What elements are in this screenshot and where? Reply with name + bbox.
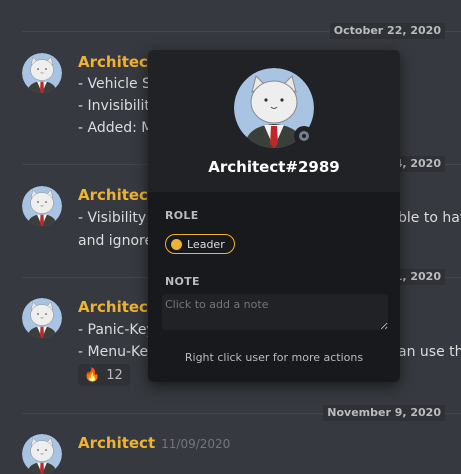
message-line: - Panic-Key xyxy=(78,322,155,338)
author-name[interactable]: Architect xyxy=(78,186,155,204)
cat-avatar-icon[interactable] xyxy=(22,298,62,338)
user-popout: Architect#2989 ROLE Leader NOTE Right cl… xyxy=(148,50,400,382)
message-line: - Visibility xyxy=(78,210,147,226)
author-name[interactable]: Architect 11/09/2020 xyxy=(78,434,230,452)
cat-avatar-icon[interactable] xyxy=(22,186,62,226)
author-name[interactable]: Architect xyxy=(78,298,155,316)
message-line: ble to hav xyxy=(398,210,461,226)
message-line: - Added: M xyxy=(78,120,154,136)
message-line: - Invisibility xyxy=(78,98,159,114)
role-color-icon xyxy=(171,238,182,250)
fire-emoji-icon: 🔥 xyxy=(84,367,101,383)
author-name[interactable]: Architect xyxy=(78,53,155,71)
popout-username[interactable]: Architect#2989 xyxy=(148,158,400,176)
message-line: - Menu-Ke xyxy=(78,344,149,360)
message-line: - Vehicle S xyxy=(78,76,151,92)
message-line: and ignore xyxy=(78,233,154,249)
reaction-button[interactable]: 🔥 12 xyxy=(78,364,130,386)
cat-avatar-icon[interactable] xyxy=(22,434,62,474)
note-input[interactable] xyxy=(162,294,388,330)
date-label: October 22, 2020 xyxy=(329,23,445,39)
date-label: November 9, 2020 xyxy=(323,405,445,421)
message-timestamp: 11/09/2020 xyxy=(161,437,231,451)
offline-status-icon xyxy=(294,126,314,146)
author-name-label[interactable]: Architect xyxy=(78,434,155,452)
popout-footer-hint: Right click user for more actions xyxy=(184,351,364,364)
role-section-title: ROLE xyxy=(165,209,199,222)
role-label: Leader xyxy=(187,237,225,251)
note-section-title: NOTE xyxy=(165,275,200,288)
cat-avatar-icon[interactable] xyxy=(22,53,62,93)
reaction-count: 12 xyxy=(106,367,123,383)
role-chip[interactable]: Leader xyxy=(165,234,235,254)
message-line: an use the xyxy=(398,344,461,360)
